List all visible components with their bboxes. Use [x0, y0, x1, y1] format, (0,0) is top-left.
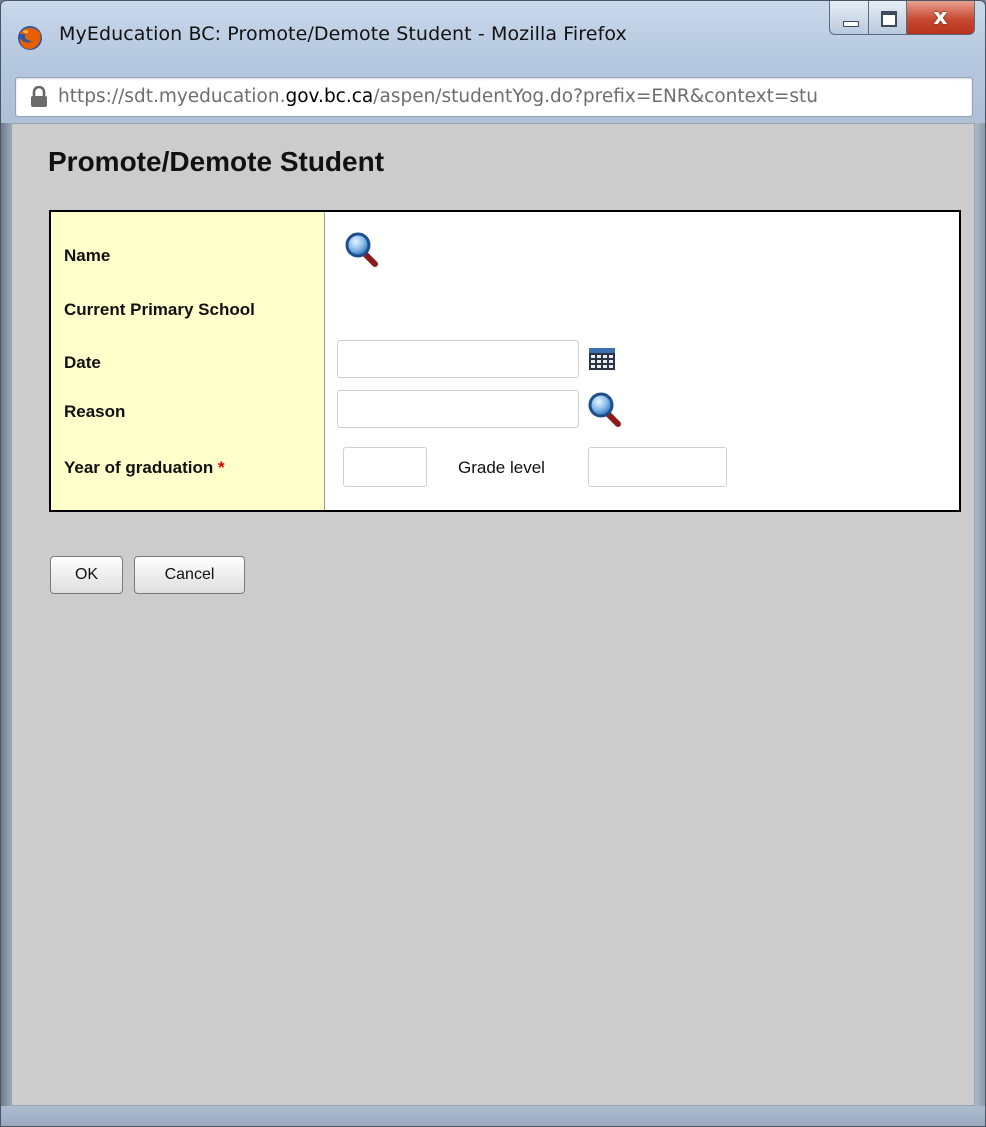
window-frame-left	[1, 123, 11, 1106]
cancel-button[interactable]: Cancel	[134, 556, 245, 594]
url-prefix: https://sdt.myeducation.	[58, 86, 286, 107]
window-title: MyEducation BC: Promote/Demote Student -…	[59, 23, 627, 45]
url-text: https://sdt.myeducation.gov.bc.ca/aspen/…	[58, 86, 964, 107]
name-search-icon[interactable]	[345, 232, 379, 268]
year-of-graduation-text: Year of graduation	[64, 458, 214, 477]
window-frame-bottom	[1, 1106, 985, 1126]
address-bar[interactable]: https://sdt.myeducation.gov.bc.ca/aspen/…	[15, 77, 973, 117]
name-label: Name	[64, 246, 111, 265]
date-label: Date	[64, 353, 101, 372]
year-of-graduation-input[interactable]	[343, 447, 427, 487]
maximize-icon	[881, 11, 897, 27]
url-suffix: /aspen/studentYog.do?prefix=ENR&context=…	[373, 86, 819, 107]
reason-input[interactable]	[337, 390, 579, 428]
window-controls: x	[829, 1, 975, 35]
maximize-button[interactable]	[869, 1, 907, 35]
window-frame-right	[974, 123, 985, 1106]
firefox-icon	[18, 26, 42, 50]
url-domain: gov.bc.ca	[285, 86, 374, 107]
date-input[interactable]	[337, 340, 579, 378]
reason-label: Reason	[64, 402, 126, 421]
reason-search-icon[interactable]	[588, 392, 622, 428]
ok-button[interactable]: OK	[50, 556, 123, 594]
page-title: Promote/Demote Student	[48, 146, 385, 177]
grade-level-input[interactable]	[588, 447, 727, 487]
current-school-label: Current Primary School	[64, 300, 255, 319]
required-marker: *	[217, 458, 225, 477]
page-content: Promote/Demote Student Name Current Prim…	[11, 123, 975, 1106]
title-bar[interactable]: MyEducation BC: Promote/Demote Student -…	[1, 1, 985, 50]
promote-demote-form: Name Current Primary School Date Reason …	[49, 210, 961, 512]
grade-level-label: Grade level	[458, 458, 545, 477]
browser-window: MyEducation BC: Promote/Demote Student -…	[0, 0, 986, 1127]
minimize-button[interactable]	[829, 1, 869, 35]
minimize-icon	[843, 21, 859, 27]
year-of-graduation-label: Year of graduation *	[64, 458, 225, 478]
lock-icon	[31, 86, 47, 107]
close-button[interactable]: x	[907, 1, 975, 35]
calendar-icon[interactable]	[589, 348, 615, 370]
close-icon: x	[933, 5, 948, 30]
